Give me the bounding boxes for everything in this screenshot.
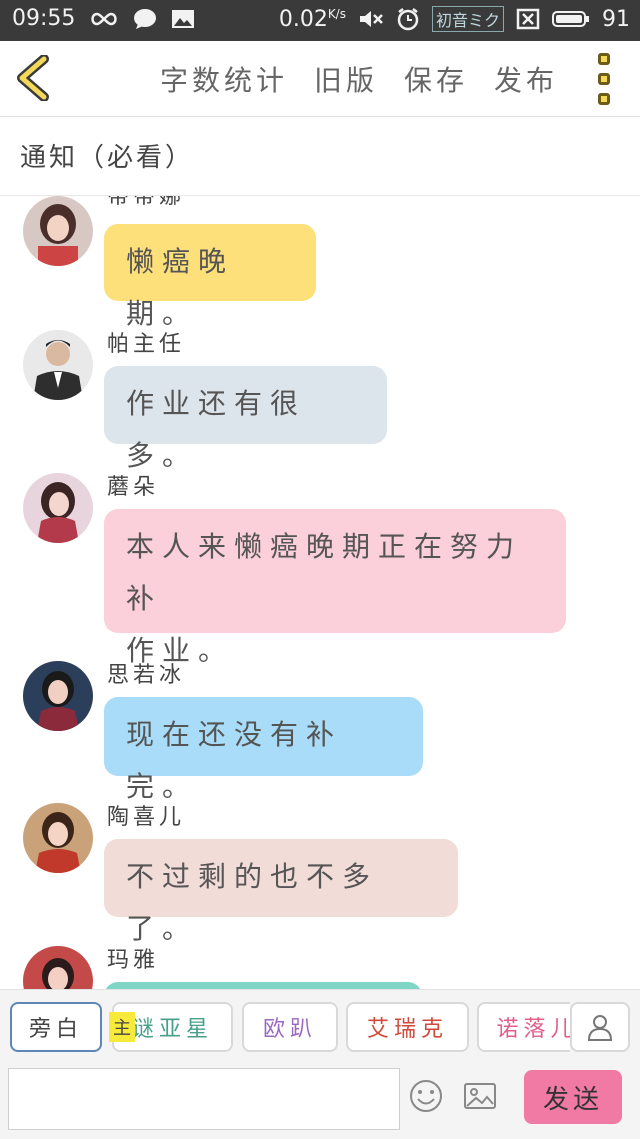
more-menu-icon[interactable] (598, 53, 616, 105)
notice-title: 通知（必看） (20, 143, 195, 173)
image-icon[interactable] (462, 1078, 498, 1114)
top-toolbar: 字数统计 旧版 保存 发布 (0, 41, 640, 117)
role-airuike[interactable]: 艾瑞克 (346, 1002, 469, 1052)
publish-button[interactable]: 发布 (494, 59, 558, 99)
sender-name: 蘑朵 (107, 475, 160, 500)
message-bubble[interactable]: 本人来懒癌晚期正在努力补 作业。 (104, 509, 566, 667)
role-narrator[interactable]: 旁白 (10, 1002, 102, 1052)
role-selector[interactable]: 旁白 谜亚星 欧趴 艾瑞克 诺落儿 主 (0, 1002, 570, 1054)
sim-off-icon (516, 8, 540, 30)
sender-name: 帕主任 (107, 332, 186, 357)
message-bubble[interactable]: 不过剩的也不多了。 (104, 839, 458, 945)
sender-name: 玛雅 (107, 948, 160, 973)
avatar-image (23, 803, 93, 873)
avatar-image (23, 196, 93, 266)
message-bubble[interactable]: 现在还没有补完。 (104, 697, 423, 803)
notice-bar[interactable]: 通知（必看） (0, 117, 640, 196)
chat-list[interactable]: 蒂蒂娜 懒癌晚期。 帕主任 作业还有很多。 蘑朵 本人来懒癌晚期正在努力补 作业… (0, 196, 640, 989)
message-line: 作业。 (126, 634, 235, 667)
character-manage-button[interactable] (570, 1002, 630, 1052)
infinity-icon (91, 12, 118, 25)
role-oupa[interactable]: 欧趴 (242, 1002, 338, 1052)
avatar[interactable] (23, 946, 93, 989)
clock: 09:55 (12, 6, 76, 31)
avatar[interactable] (23, 803, 93, 873)
message-bubble[interactable] (104, 982, 422, 989)
sender-name: 思若冰 (107, 663, 186, 688)
avatar[interactable] (23, 473, 93, 543)
composer: 旁白 谜亚星 欧趴 艾瑞克 诺落儿 主 发送 (0, 989, 640, 1139)
main-role-badge: 主 (109, 1012, 135, 1042)
person-icon (587, 1015, 613, 1041)
message-bubble[interactable]: 作业还有很多。 (104, 366, 387, 472)
gallery-icon (172, 9, 195, 28)
alarm-icon (397, 8, 419, 31)
status-bar: 09:55 0.02K/s 初音ミク 91 (0, 0, 640, 41)
sender-name: 蒂蒂娜 (107, 196, 186, 209)
avatar-image (23, 473, 93, 543)
message-line: 本人来懒癌晚期正在努力补 (126, 530, 523, 615)
send-button[interactable]: 发送 (524, 1070, 622, 1124)
message-input[interactable] (8, 1068, 400, 1130)
back-arrow-icon[interactable] (14, 55, 54, 101)
old-version-button[interactable]: 旧版 (314, 59, 378, 99)
message-icon (134, 8, 157, 29)
role-nuoluoer[interactable]: 诺落儿 (477, 1002, 570, 1052)
avatar[interactable] (23, 330, 93, 400)
avatar[interactable] (23, 661, 93, 731)
emoji-icon[interactable] (408, 1078, 444, 1114)
net-speed: 0.02K/s (278, 6, 346, 32)
battery-icon (552, 11, 589, 27)
save-button[interactable]: 保存 (404, 59, 468, 99)
sticker-text: 初音ミク (431, 6, 504, 32)
mute-icon (359, 11, 383, 27)
message-bubble[interactable]: 懒癌晚期。 (104, 224, 316, 330)
avatar-image (23, 661, 93, 731)
battery-level: 91 (602, 6, 630, 32)
avatar-image (23, 946, 93, 989)
sender-name: 陶喜儿 (107, 805, 186, 830)
word-count-button[interactable]: 字数统计 (160, 59, 288, 99)
avatar-image (23, 330, 93, 400)
avatar[interactable] (23, 196, 93, 266)
